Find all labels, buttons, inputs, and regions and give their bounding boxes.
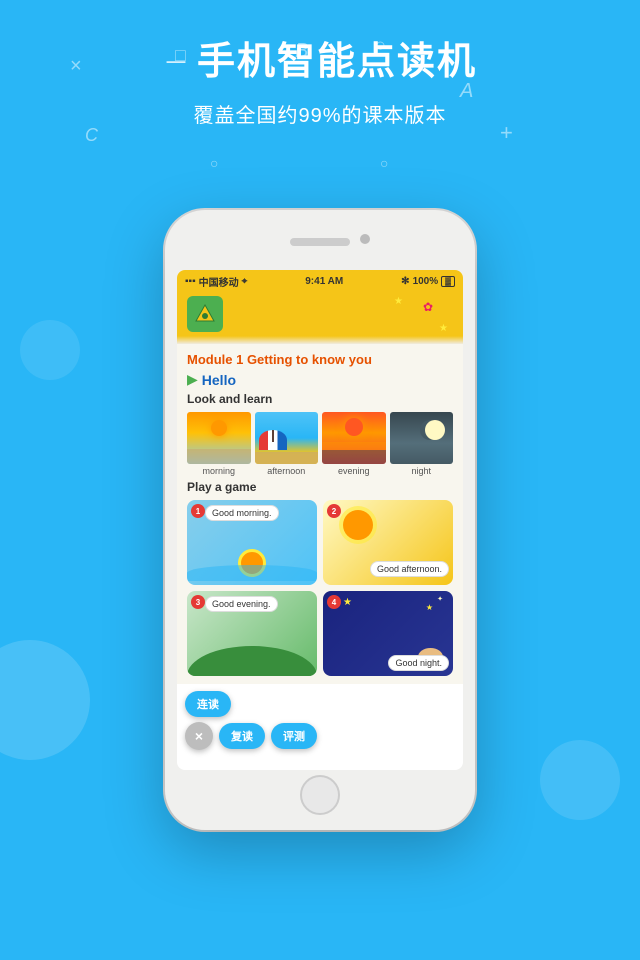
close-button[interactable]: × — [185, 722, 213, 750]
phone-mockup: ▪▪▪ 中国移动 ⌖ 9:41 AM ✻ 100% ▓ — [165, 210, 475, 830]
wave-divider — [177, 336, 463, 344]
moon-shape — [425, 420, 445, 440]
fu-du-button[interactable]: 复读 — [219, 723, 265, 749]
time-label: 9:41 AM — [305, 276, 343, 287]
star-icon-3: ✦ — [437, 595, 443, 603]
header-subtitle: 覆盖全国约99%的课本版本 — [0, 99, 640, 128]
play-game-title: Play a game — [187, 480, 453, 494]
float-row-2: × 复读 评测 — [185, 722, 317, 750]
header: － 手机智能点读机 覆盖全国约99%的课本版本 — [0, 30, 640, 128]
image-item-afternoon[interactable]: afternoon — [255, 412, 319, 476]
image-item-morning[interactable]: morning — [187, 412, 251, 476]
float-buttons: 连读 × 复读 评测 — [185, 691, 317, 750]
float-row-1: 连读 — [185, 691, 231, 717]
status-left: ▪▪▪ 中国移动 ⌖ — [185, 274, 247, 289]
carrier-label: 中国移动 — [199, 274, 239, 289]
sun-icon-2 — [343, 510, 373, 540]
lian-du-button[interactable]: 连读 — [185, 691, 231, 717]
camera — [360, 234, 370, 244]
decor-star2: ★ — [439, 323, 448, 334]
ping-ce-button[interactable]: 评测 — [271, 723, 317, 749]
game-num-3: 3 — [191, 595, 205, 609]
image-item-evening[interactable]: evening — [322, 412, 386, 476]
status-right: ✻ 100% ▓ — [401, 276, 455, 287]
game-bubble-4: Good night. — [388, 655, 449, 671]
star-icon-2: ★ — [426, 603, 433, 612]
app-header: ✿ ★ ★ — [177, 292, 463, 336]
game-cell-4[interactable]: 4 ★ ★ ✦ Good night. — [323, 591, 453, 676]
signal-icon: ▪▪▪ — [185, 276, 196, 287]
battery-icon: ▓ — [441, 276, 455, 287]
game-cell-1[interactable]: 1 Good morning. — [187, 500, 317, 585]
home-button[interactable] — [300, 775, 340, 815]
game-num-4: 4 — [327, 595, 341, 609]
header-dash-left: － — [163, 43, 189, 80]
game-num-1: 1 — [191, 504, 205, 518]
game-bubble-1: Good morning. — [205, 505, 279, 521]
wifi-icon: ⌖ — [242, 276, 248, 287]
game-grid: 1 Good morning. 2 Good afternoon. — [187, 500, 453, 676]
phone-outer: ▪▪▪ 中国移动 ⌖ 9:41 AM ✻ 100% ▓ — [165, 210, 475, 830]
image-item-night[interactable]: night — [390, 412, 454, 476]
module-title: Module 1 Getting to know you — [187, 352, 453, 367]
star-icon-1: ★ — [343, 597, 352, 608]
look-learn-title: Look and learn — [187, 392, 453, 406]
header-title: 手机智能点读机 — [197, 30, 477, 85]
image-grid: morning af — [187, 412, 453, 476]
decor-c: C — [85, 125, 98, 146]
hill-shape — [187, 646, 317, 676]
battery-label: 100% — [413, 276, 439, 287]
hello-text: Hello — [202, 372, 236, 388]
phone-screen: ▪▪▪ 中国移动 ⌖ 9:41 AM ✻ 100% ▓ — [177, 270, 463, 770]
game-num-2: 2 — [327, 504, 341, 518]
decor-star1: ★ — [394, 296, 403, 307]
speaker — [290, 238, 350, 246]
label-evening: evening — [322, 466, 386, 476]
label-afternoon: afternoon — [255, 466, 319, 476]
play-icon: ▶ — [187, 371, 198, 388]
label-night: night — [390, 466, 454, 476]
label-morning: morning — [187, 466, 251, 476]
bluetooth-icon: ✻ — [401, 276, 409, 287]
hello-row[interactable]: ▶ Hello — [187, 371, 453, 388]
decor-small-circle: ○ — [210, 155, 218, 171]
game-bubble-3: Good evening. — [205, 596, 278, 612]
decor-small-circle2: ○ — [380, 155, 388, 171]
umbrella-decor — [263, 420, 283, 442]
game-cell-3[interactable]: 3 Good evening. — [187, 591, 317, 676]
game-bubble-2: Good afternoon. — [370, 561, 449, 577]
game-cell-2[interactable]: 2 Good afternoon. — [323, 500, 453, 585]
app-main-content: Module 1 Getting to know you ▶ Hello Loo… — [177, 344, 463, 684]
status-bar: ▪▪▪ 中国移动 ⌖ 9:41 AM ✻ 100% ▓ — [177, 270, 463, 292]
wave-1 — [187, 565, 317, 581]
app-logo — [187, 296, 223, 332]
decor-flower: ✿ — [423, 300, 433, 314]
